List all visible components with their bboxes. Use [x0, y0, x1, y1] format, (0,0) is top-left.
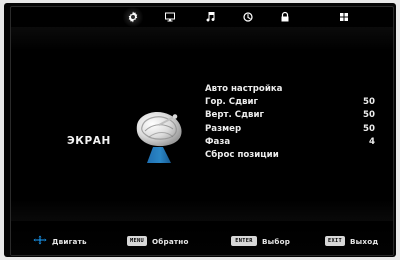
menu-item-label: Авто настройка [205, 84, 283, 94]
menu-item-value: 50 [363, 97, 375, 108]
music-note-icon [204, 11, 216, 23]
tab-display[interactable] [162, 9, 178, 25]
menu-item-label: Верт. Сдвиг [205, 110, 264, 121]
menu-item-label: Сброс позиции [205, 149, 279, 160]
arrows-icon [33, 235, 47, 247]
menu-item-size[interactable]: Размер 50 [205, 123, 375, 136]
menu-item-label: Размер [205, 123, 242, 134]
hint-move: Двигать [33, 235, 87, 247]
hint-label: Обратно [152, 236, 189, 246]
active-tab-glow [122, 7, 144, 27]
section-title: ЭКРАН [67, 135, 111, 147]
tab-settings[interactable] [122, 7, 144, 27]
tab-time[interactable] [240, 9, 256, 25]
screen-section: ЭКРАН Авто настройка Гор. Сдвиг 50 Верт.… [11, 27, 393, 223]
hint-exit: EXIT Выход [325, 235, 378, 247]
menu-item-value: 4 [369, 136, 375, 147]
menu-item-value: 50 [363, 110, 375, 121]
clock-icon [242, 11, 254, 23]
grid-icon [338, 11, 350, 23]
hint-select: ENTER Выбор [231, 235, 290, 247]
help-bar: Двигать MENU Обратно ENTER Выбор EXIT Вы… [11, 221, 393, 255]
osd-panel: ЭКРАН Авто настройка Гор. Сдвиг 50 Верт.… [10, 6, 394, 256]
enter-key: ENTER [231, 236, 257, 246]
menu-item-position-reset[interactable]: Сброс позиции [205, 149, 375, 162]
menu-item-value: 50 [363, 123, 375, 134]
menu-key: MENU [127, 236, 147, 246]
menu-item-h-position[interactable]: Гор. Сдвиг 50 [205, 96, 375, 109]
tab-audio[interactable] [202, 9, 218, 25]
menu-item-phase[interactable]: Фаза 4 [205, 136, 375, 149]
hint-back: MENU Обратно [127, 235, 189, 247]
hint-label: Двигать [52, 236, 87, 246]
satellite-dish-icon [129, 107, 187, 167]
hint-label: Выбор [262, 236, 291, 246]
screen-settings-menu: Авто настройка Гор. Сдвиг 50 Верт. Сдвиг… [205, 83, 375, 162]
menu-item-auto-adjust[interactable]: Авто настройка [205, 83, 375, 96]
tv-frame: ЭКРАН Авто настройка Гор. Сдвиг 50 Верт.… [4, 3, 396, 257]
menu-item-label: Фаза [205, 136, 231, 147]
top-tab-bar [11, 7, 393, 27]
monitor-icon [164, 11, 176, 23]
lock-icon [279, 11, 291, 23]
menu-item-v-position[interactable]: Верт. Сдвиг 50 [205, 109, 375, 122]
tab-apps[interactable] [336, 9, 352, 25]
hint-label: Выход [350, 236, 379, 246]
menu-item-label: Гор. Сдвиг [205, 97, 258, 108]
tab-lock[interactable] [277, 9, 293, 25]
exit-key: EXIT [325, 236, 345, 246]
